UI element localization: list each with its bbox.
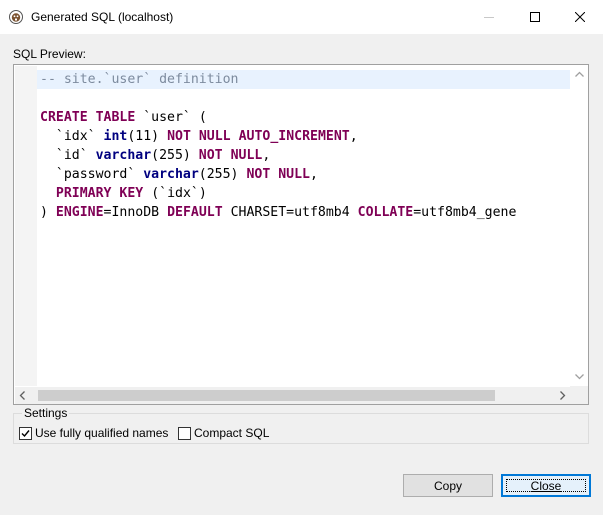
code-token: ENGINE xyxy=(55,205,104,220)
code-token: `idx` xyxy=(40,129,104,144)
code-token: NOT xyxy=(198,148,223,163)
use-fully-qualified-names-option[interactable]: Use fully qualified names xyxy=(19,426,168,440)
settings-group: Settings Use fully qualified names Compa… xyxy=(13,406,589,444)
code-line: `id` varchar(255) NOT NULL, xyxy=(40,146,270,165)
code-token: COLLATE xyxy=(357,205,414,220)
maximize-button[interactable] xyxy=(512,0,558,34)
code-line: -- site.`user` definition xyxy=(40,70,239,89)
compact-sql-checkbox[interactable] xyxy=(178,426,191,440)
code-line: `password` varchar(255) NOT NULL, xyxy=(40,165,318,184)
code-line: PRIMARY KEY (`idx`) xyxy=(40,184,207,203)
code-token: ) xyxy=(40,205,56,220)
code-token: (11) xyxy=(127,129,168,144)
code-token: KEY xyxy=(119,186,144,201)
close-icon xyxy=(575,12,585,22)
code-token: DEFAULT xyxy=(167,205,223,220)
focus-ring xyxy=(506,479,586,492)
copy-button[interactable]: Copy xyxy=(403,474,493,497)
scrollbar-corner xyxy=(570,386,588,404)
code-token: utf8mb4 xyxy=(294,205,358,220)
scroll-right-icon[interactable] xyxy=(560,391,566,400)
code-token: varchar xyxy=(143,167,199,182)
code-token: int xyxy=(103,129,128,144)
maximize-icon xyxy=(530,12,540,22)
code-token: PRIMARY xyxy=(55,186,112,201)
code-area[interactable]: -- site.`user` definition CREATE TABLE `u… xyxy=(15,66,570,386)
code-token: CREATE xyxy=(40,110,88,125)
title-bar: Generated SQL (localhost) xyxy=(0,0,603,34)
code-token: NOT xyxy=(246,167,271,182)
scroll-left-icon[interactable] xyxy=(19,391,25,400)
compact-sql-label: Compact SQL xyxy=(194,426,270,440)
sql-preview-label: SQL Preview: xyxy=(13,47,86,61)
compact-sql-option[interactable]: Compact SQL xyxy=(178,426,269,440)
code-line: CREATE TABLE `user` ( xyxy=(40,108,207,127)
sql-editor[interactable]: -- site.`user` definition CREATE TABLE `u… xyxy=(13,64,589,405)
code-token: CHARSET= xyxy=(222,205,295,220)
scroll-up-icon[interactable] xyxy=(575,71,584,77)
code-token: NULL xyxy=(198,129,231,144)
code-token: TABLE xyxy=(95,110,136,125)
code-token: =InnoDB xyxy=(103,205,168,220)
use-fully-qualified-names-label: Use fully qualified names xyxy=(35,426,169,440)
code-token: AUTO_INCREMENT xyxy=(238,129,350,144)
dbeaver-beaver-icon xyxy=(9,10,23,24)
code-token: =utf8mb4_gene xyxy=(413,205,517,220)
code-token: NOT xyxy=(167,129,191,144)
code-token: , xyxy=(262,148,271,163)
code-token: `user` ( xyxy=(135,110,207,125)
code-token: (255) xyxy=(151,148,199,163)
code-token: (`idx`) xyxy=(143,186,207,201)
code-token: , xyxy=(309,167,318,182)
horizontal-scrollbar[interactable] xyxy=(15,387,570,404)
code-token: NULL xyxy=(278,167,310,182)
code-token: NULL xyxy=(230,148,263,163)
editor-gutter xyxy=(15,66,37,386)
use-fully-qualified-names-checkbox[interactable] xyxy=(19,426,32,440)
window-title: Generated SQL (localhost) xyxy=(31,10,174,24)
code-token: -- site.`user` definition xyxy=(40,72,239,87)
copy-button-label: Copy xyxy=(433,478,462,493)
vertical-scrollbar[interactable] xyxy=(571,65,588,386)
code-line: ) ENGINE=InnoDB DEFAULT CHARSET=utf8mb4 … xyxy=(40,203,516,222)
checkmark-icon xyxy=(21,429,30,437)
code-line: `idx` int(11) NOT NULL AUTO_INCREMENT, xyxy=(40,127,358,146)
settings-legend: Settings xyxy=(22,406,70,420)
code-token: varchar xyxy=(95,148,152,163)
code-token: `password` xyxy=(40,167,144,182)
code-token: (255) xyxy=(198,167,247,182)
minimize-button[interactable] xyxy=(466,0,512,34)
close-window-button[interactable] xyxy=(557,0,603,34)
minimize-icon xyxy=(484,16,494,18)
code-token: `id` xyxy=(40,148,96,163)
horizontal-scroll-thumb[interactable] xyxy=(38,390,495,401)
close-button[interactable]: Close xyxy=(501,474,591,497)
code-token: , xyxy=(349,129,358,144)
scroll-down-icon[interactable] xyxy=(575,374,584,380)
